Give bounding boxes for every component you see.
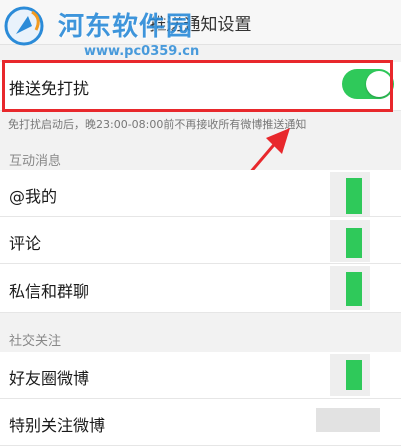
list-item-label: 私信和群聊 bbox=[9, 282, 90, 301]
list-item-label: 特别关注微博 bbox=[9, 416, 106, 435]
list-item-label: @我的 bbox=[9, 187, 58, 206]
list-item-label: 评论 bbox=[9, 234, 42, 253]
list-item-label: 好友圈微博 bbox=[9, 369, 90, 388]
section-title-interaction: 互动消息 bbox=[9, 154, 62, 169]
section-title-social: 社交关注 bbox=[9, 334, 62, 349]
